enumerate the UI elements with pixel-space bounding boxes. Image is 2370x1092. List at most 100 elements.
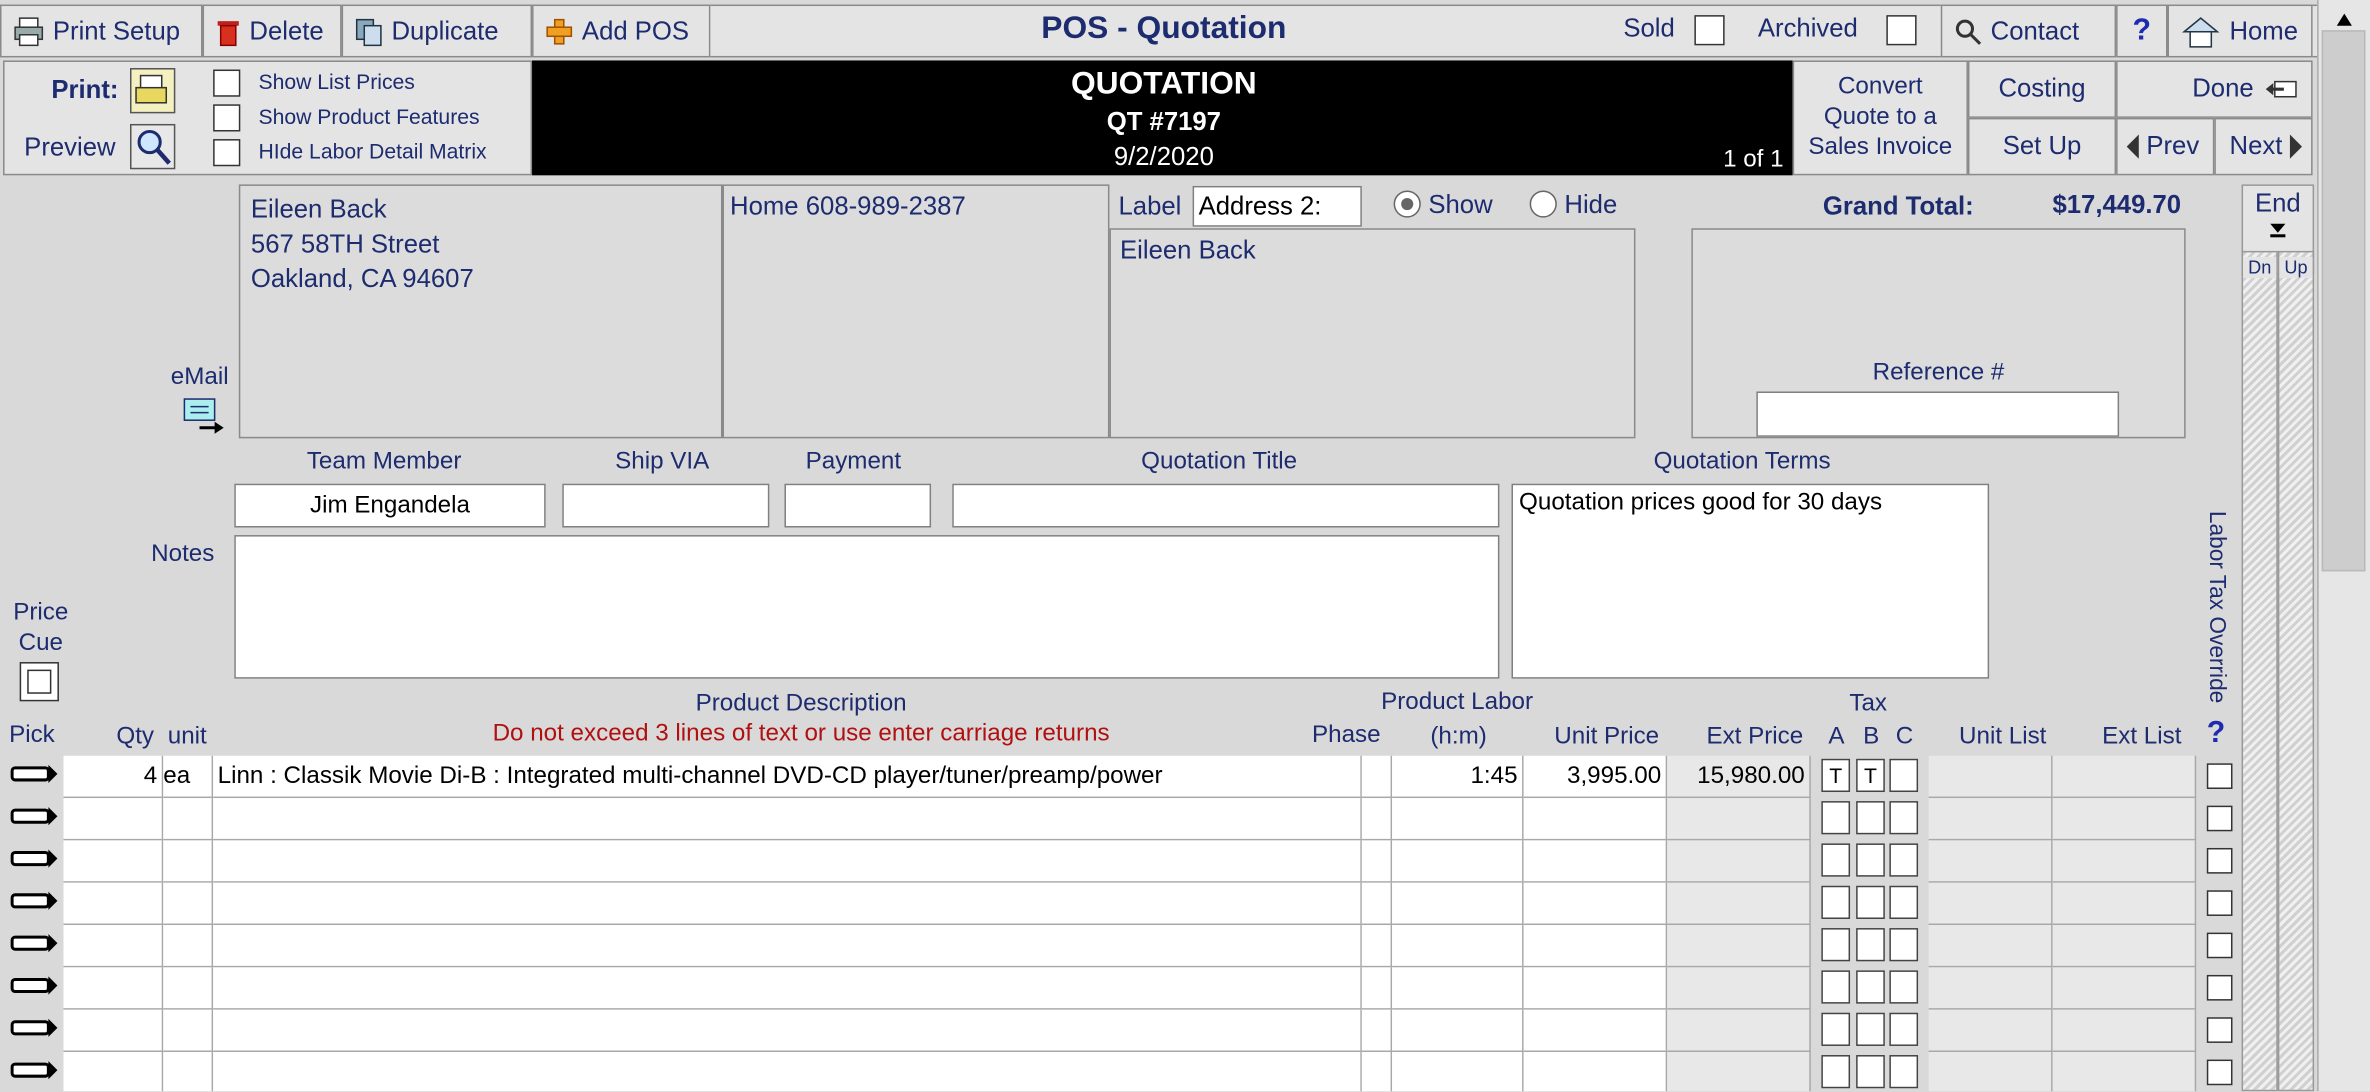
cell-unit-price[interactable] [1523, 925, 1668, 968]
quotation-terms-field[interactable]: Quotation prices good for 30 days [1511, 483, 1990, 679]
cell-tax-c[interactable] [1889, 843, 1919, 877]
cell-tax-b[interactable] [1856, 885, 1885, 919]
delete-button[interactable]: Delete [202, 4, 342, 58]
home-button[interactable]: Home [2167, 4, 2313, 58]
pick-arrow-icon[interactable] [10, 806, 58, 826]
cell-tax-c[interactable] [1889, 970, 1919, 1004]
team-member-field[interactable]: Jim Engandela [234, 483, 546, 528]
cell-ext-price[interactable] [1667, 925, 1811, 968]
cell-tax-c[interactable] [1889, 1055, 1919, 1089]
notes-field[interactable] [234, 535, 1500, 679]
cell-unit[interactable]: ea [163, 755, 214, 799]
cell-ext-list[interactable] [2052, 967, 2197, 1010]
cell-qty[interactable] [63, 798, 164, 841]
cell-description[interactable] [213, 925, 1362, 968]
cell-ext-price[interactable] [1667, 1052, 1811, 1092]
cell-unit-list[interactable] [1928, 882, 2053, 926]
cell-description[interactable] [213, 798, 1362, 841]
pick-arrow-icon[interactable] [10, 975, 58, 995]
reference-field[interactable] [1756, 391, 2120, 437]
labor-tax-override-checkbox[interactable] [2206, 805, 2233, 832]
cell-phase[interactable] [1361, 925, 1393, 968]
help-button[interactable]: ? [2116, 4, 2168, 58]
cell-tax-c[interactable] [1889, 885, 1919, 919]
pick-arrow-icon[interactable] [10, 933, 58, 953]
scrollbar-thumb[interactable] [2321, 30, 2366, 572]
pick-arrow-icon[interactable] [10, 763, 58, 783]
cell-phase[interactable] [1361, 1052, 1393, 1092]
pick-arrow-icon[interactable] [10, 890, 58, 910]
cell-labor[interactable] [1392, 882, 1524, 926]
quotation-title-field[interactable] [952, 483, 1500, 528]
cell-tax-a[interactable] [1821, 1055, 1851, 1089]
cell-unit-price[interactable] [1523, 840, 1668, 883]
cell-labor[interactable] [1392, 925, 1524, 968]
cell-ext-list[interactable] [2052, 840, 2197, 883]
price-cue-button[interactable] [19, 662, 59, 702]
cell-ext-list[interactable] [2052, 1052, 2197, 1092]
cell-unit[interactable] [163, 798, 214, 841]
cell-unit-list[interactable] [1928, 1009, 2053, 1053]
add-pos-button[interactable]: Add POS [532, 4, 711, 58]
cell-phase[interactable] [1361, 840, 1393, 883]
hide-radio[interactable] [1529, 190, 1557, 218]
cell-tax-a[interactable] [1821, 928, 1851, 962]
cell-phase[interactable] [1361, 882, 1393, 926]
cell-description[interactable] [213, 840, 1362, 883]
cell-qty[interactable] [63, 967, 164, 1010]
sold-checkbox[interactable] [1694, 15, 1725, 46]
pick-arrow-icon[interactable] [10, 1017, 58, 1037]
cell-unit-price[interactable] [1523, 798, 1668, 841]
cell-description[interactable] [213, 1052, 1362, 1092]
cell-ext-price[interactable]: 15,980.00 [1667, 755, 1811, 799]
cell-ext-list[interactable] [2052, 798, 2197, 841]
cell-unit-price[interactable] [1523, 967, 1668, 1010]
cell-tax-a[interactable] [1821, 970, 1851, 1004]
cell-unit[interactable] [163, 1052, 214, 1092]
cell-qty[interactable] [63, 925, 164, 968]
cell-description[interactable] [213, 967, 1362, 1010]
cell-unit[interactable] [163, 967, 214, 1010]
labor-tax-override-checkbox[interactable] [2206, 847, 2233, 874]
cell-ext-list[interactable] [2052, 925, 2197, 968]
cell-ext-price[interactable] [1667, 798, 1811, 841]
pick-arrow-icon[interactable] [10, 848, 58, 868]
convert-to-invoice-button[interactable]: Convert Quote to a Sales Invoice [1792, 60, 1968, 176]
cell-ext-list[interactable] [2052, 882, 2197, 926]
address-label-field[interactable]: Address 2: [1192, 185, 1362, 227]
scroll-dn-label[interactable]: Dn [2243, 256, 2277, 279]
cell-ext-price[interactable] [1667, 840, 1811, 883]
labor-tax-help-icon[interactable]: ? [2207, 716, 2225, 751]
cell-unit[interactable] [163, 840, 214, 883]
cell-unit-price[interactable] [1523, 882, 1668, 926]
cell-phase[interactable] [1361, 755, 1393, 799]
cell-tax-a[interactable]: T [1821, 758, 1851, 793]
cell-tax-c[interactable] [1889, 801, 1919, 835]
show-radio[interactable] [1393, 190, 1421, 218]
cell-description[interactable]: Linn : Classik Movie Di-B : Integrated m… [213, 755, 1362, 799]
labor-tax-override-checkbox[interactable] [2206, 890, 2233, 916]
cell-tax-a[interactable] [1821, 801, 1851, 835]
print-button[interactable] [129, 68, 176, 114]
done-button[interactable]: Done [2116, 60, 2313, 118]
cell-phase[interactable] [1361, 967, 1393, 1010]
show-product-features-checkbox[interactable] [213, 104, 241, 132]
payment-field[interactable] [784, 483, 932, 528]
cell-tax-c[interactable] [1889, 758, 1919, 793]
labor-tax-override-checkbox[interactable] [2206, 1059, 2233, 1086]
cell-tax-b[interactable] [1856, 801, 1885, 835]
cell-labor[interactable]: 1:45 [1392, 755, 1524, 799]
cell-ext-price[interactable] [1667, 967, 1811, 1010]
cell-labor[interactable] [1392, 967, 1524, 1010]
cell-ext-list[interactable] [2052, 755, 2197, 799]
scroll-up-label[interactable]: Up [2279, 256, 2313, 279]
show-list-prices-checkbox[interactable] [213, 69, 241, 97]
labor-tax-override-checkbox[interactable] [2206, 974, 2233, 1001]
labor-tax-override-checkbox[interactable] [2206, 763, 2233, 790]
cell-qty[interactable] [63, 1052, 164, 1092]
email-button[interactable] [181, 396, 226, 435]
duplicate-button[interactable]: Duplicate [341, 4, 533, 58]
cell-tax-b[interactable] [1856, 1012, 1885, 1046]
cell-tax-b[interactable]: T [1856, 758, 1885, 793]
cell-tax-a[interactable] [1821, 1012, 1851, 1046]
